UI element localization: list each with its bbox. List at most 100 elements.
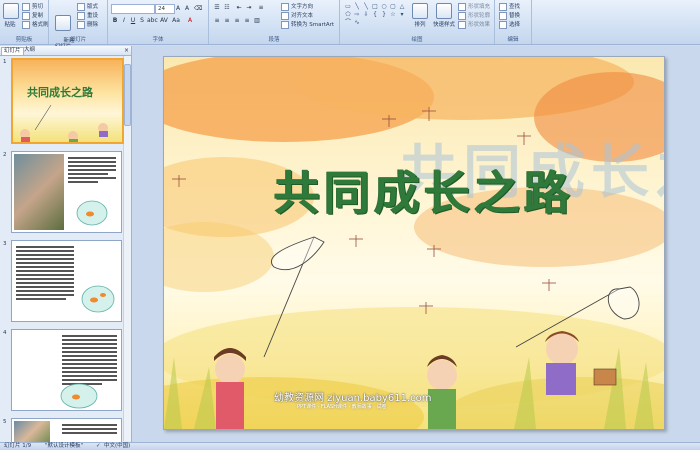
close-pane-button[interactable]: × xyxy=(122,47,131,54)
rounded-rect-shape-icon[interactable]: ▢ xyxy=(389,3,397,10)
rect-shape-icon[interactable]: □ xyxy=(371,3,379,10)
reset-button[interactable]: 重设 xyxy=(77,11,98,20)
layout-button[interactable]: 版式 xyxy=(77,2,98,11)
find-button[interactable]: 查找 xyxy=(499,2,520,11)
grow-font-button[interactable]: A xyxy=(174,5,182,12)
more-shapes-icon[interactable]: ▾ xyxy=(398,11,406,18)
shape-outline-label: 形状轮廓 xyxy=(468,13,491,19)
text-direction-button[interactable]: 文字方向 xyxy=(281,2,313,11)
arrange-label: 排列 xyxy=(414,22,426,28)
curve-shape-icon[interactable]: ⌒ xyxy=(344,19,352,26)
columns-button[interactable]: ▥ xyxy=(253,17,261,24)
italic-button[interactable]: I xyxy=(120,17,128,24)
slide-thumbnail-3[interactable] xyxy=(11,240,122,322)
strikethrough-button[interactable]: abc xyxy=(147,17,158,24)
justify-button[interactable]: ≡ xyxy=(243,17,251,24)
tab-slides[interactable]: 幻灯片 xyxy=(1,47,24,55)
paste-label: 粘贴 xyxy=(4,22,16,28)
slides-group-label: 幻灯片 xyxy=(69,37,87,43)
align-right-button[interactable]: ≡ xyxy=(233,17,241,24)
arrow-down-shape-icon[interactable]: ⇩ xyxy=(362,11,370,18)
align-center-button[interactable]: ≡ xyxy=(223,17,231,24)
change-case-button[interactable]: Aa xyxy=(172,17,180,24)
format-painter-label: 格式刷 xyxy=(32,22,49,28)
watermark-text: 幼教资源网 ziyuan.baby611.com xyxy=(274,393,432,404)
convert-smartart-button[interactable]: 转换为 SmartArt xyxy=(281,20,334,29)
line2-shape-icon[interactable]: ╲ xyxy=(362,3,370,10)
paste-button[interactable]: 粘贴 xyxy=(3,3,19,28)
bullets-button[interactable]: ☰ xyxy=(213,4,221,11)
line-spacing-button[interactable]: ≡ xyxy=(257,4,265,11)
layout-label: 版式 xyxy=(87,4,99,10)
brace2-shape-icon[interactable]: } xyxy=(380,11,388,18)
watermark-subtext: PPT课件 · FLASH课件 · 教师故事 · 试卷 xyxy=(297,404,387,410)
slide-thumbnail-4[interactable] xyxy=(11,329,122,411)
textbox-shape-icon[interactable]: ▭ xyxy=(344,3,352,10)
brace-shape-icon[interactable]: { xyxy=(371,11,379,18)
shadow-button[interactable]: S xyxy=(138,17,146,24)
scissors-icon xyxy=(22,2,30,11)
line-shape-icon[interactable]: ╲ xyxy=(353,3,361,10)
font-size-combo[interactable]: 24 xyxy=(155,4,175,14)
select-button[interactable]: 选择 xyxy=(499,20,520,29)
font-color-button[interactable]: A xyxy=(186,17,194,24)
shrink-font-button[interactable]: A xyxy=(183,5,191,12)
numbering-button[interactable]: ☷ xyxy=(223,4,231,11)
bold-button[interactable]: B xyxy=(111,17,119,24)
underline-button[interactable]: U xyxy=(129,17,137,24)
brush-icon xyxy=(22,20,30,29)
slide-thumbnail-2[interactable] xyxy=(11,151,122,233)
increase-indent-button[interactable]: ⇥ xyxy=(245,4,253,11)
font-group: 24 A A ⌫ B I U S abc AV Aa A 字体 xyxy=(108,0,209,44)
slide-background-illustration xyxy=(164,57,664,429)
connector-shape-icon[interactable]: ∿ xyxy=(353,19,361,26)
format-painter-button[interactable]: 格式刷 xyxy=(22,20,49,29)
ribbon: 粘贴 剪切 复制 格式刷 剪贴板 新建 幻灯片 版式 重设 删除 幻灯片 24 … xyxy=(0,0,700,50)
slides-group: 新建 幻灯片 版式 重设 删除 幻灯片 xyxy=(49,0,108,50)
clear-format-button[interactable]: ⌫ xyxy=(194,5,202,12)
shape-effects-label: 形状效果 xyxy=(468,22,491,28)
fishbowl-icon xyxy=(81,285,115,313)
align-text-icon xyxy=(281,11,289,20)
current-slide[interactable]: 共同成长之路 共同成长之路 幼教资源网 ziyuan.baby611.com P… xyxy=(163,56,665,430)
cursor-icon xyxy=(499,20,507,29)
thumbnail-number: 3 xyxy=(3,241,7,247)
replace-button[interactable]: 替换 xyxy=(499,11,520,20)
shape-outline-button[interactable]: 形状轮廓 xyxy=(458,11,490,20)
oval-shape-icon[interactable]: ○ xyxy=(380,3,388,10)
find-label: 查找 xyxy=(509,4,521,10)
editing-group-label: 编辑 xyxy=(507,37,519,43)
spacing-button[interactable]: AV xyxy=(160,17,168,24)
slide-title[interactable]: 共同成长之路 xyxy=(234,157,614,223)
replace-label: 替换 xyxy=(509,13,521,19)
decrease-indent-button[interactable]: ⇤ xyxy=(235,4,243,11)
quick-styles-icon xyxy=(436,3,452,19)
shape-fill-button[interactable]: 形状填充 xyxy=(458,2,490,11)
pentagon-shape-icon[interactable]: ⬠ xyxy=(344,11,352,18)
cut-button[interactable]: 剪切 xyxy=(22,2,43,11)
star-shape-icon[interactable]: ☆ xyxy=(389,11,397,18)
delete-icon xyxy=(77,20,85,29)
copy-button[interactable]: 复制 xyxy=(22,11,43,20)
font-size-value: 24 xyxy=(158,6,165,12)
copy-label: 复制 xyxy=(32,13,44,19)
thumbnail-illustration xyxy=(20,104,108,142)
drawing-group-label: 绘图 xyxy=(411,37,423,43)
reset-label: 重设 xyxy=(87,13,99,19)
slide-thumbnail-5[interactable] xyxy=(11,418,122,444)
thumbnail-number: 5 xyxy=(3,419,7,425)
quick-styles-button[interactable]: 快速样式 xyxy=(433,3,455,28)
delete-button[interactable]: 删除 xyxy=(77,20,98,29)
slide-thumbnail-1[interactable]: 共同成长之路 xyxy=(11,58,124,144)
align-left-button[interactable]: ≡ xyxy=(213,17,221,24)
pane-scrollbar-thumb[interactable] xyxy=(124,64,131,126)
font-name-combo[interactable] xyxy=(111,4,155,14)
cut-label: 剪切 xyxy=(32,4,44,10)
align-text-button[interactable]: 对齐文本 xyxy=(281,11,313,20)
layout-icon xyxy=(77,2,85,11)
tab-outline[interactable]: 大纲 xyxy=(22,47,37,54)
arrow-right-shape-icon[interactable]: ⇨ xyxy=(353,11,361,18)
shape-effects-button[interactable]: 形状效果 xyxy=(458,20,490,29)
arrange-button[interactable]: 排列 xyxy=(412,3,428,28)
triangle-shape-icon[interactable]: △ xyxy=(398,3,406,10)
